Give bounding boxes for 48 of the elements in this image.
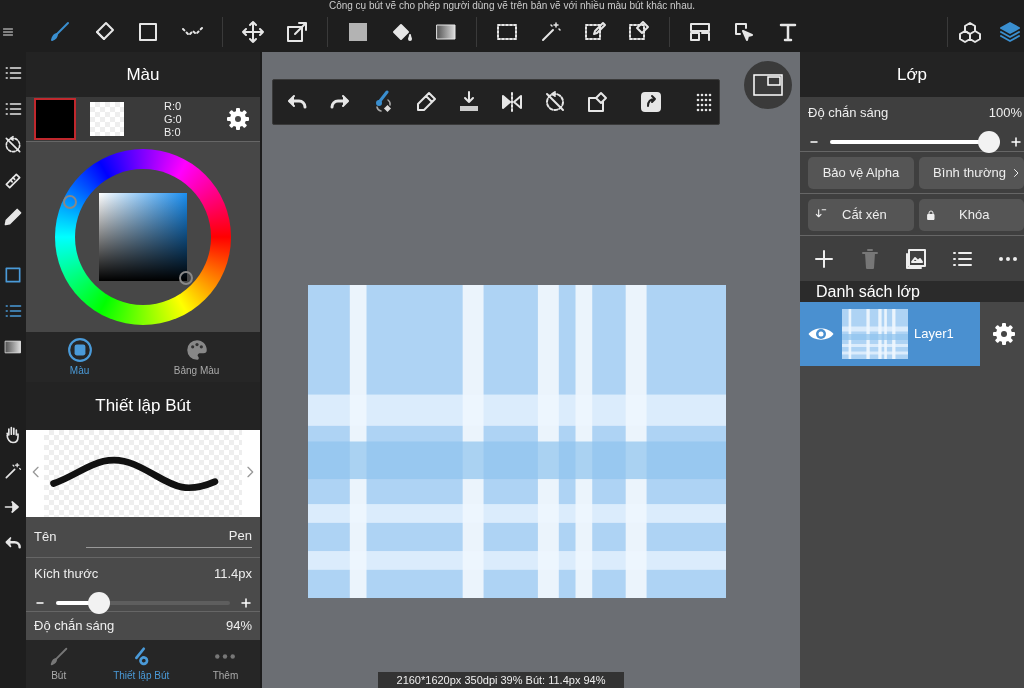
slider[interactable] <box>56 591 230 614</box>
primary-color-swatch[interactable] <box>34 98 76 140</box>
layer-item[interactable]: Layer1 <box>800 302 980 366</box>
plus-icon[interactable] <box>1010 135 1022 148</box>
hue-handle[interactable] <box>63 195 77 209</box>
color-circle-icon <box>66 336 93 363</box>
field-label: Kích thước <box>34 565 99 583</box>
settings-icon[interactable] <box>990 320 1018 348</box>
panel-tab[interactable]: Thiết lập Bút <box>113 645 170 683</box>
more-icon <box>214 652 237 660</box>
rgb-value: G:0 <box>164 112 182 126</box>
move-icon[interactable] <box>239 18 267 46</box>
rgb-value: R:0 <box>164 99 182 113</box>
view-toggle-button[interactable] <box>744 61 792 109</box>
color-handle[interactable] <box>179 271 193 285</box>
slider[interactable] <box>830 130 1000 153</box>
panel-title: Lớp <box>800 52 1024 97</box>
panel-tab[interactable]: Màu <box>66 336 93 378</box>
field-value: 11.4px <box>213 565 252 583</box>
field-label: Tên <box>34 528 57 547</box>
field-label: Độ chắn sáng <box>808 104 889 122</box>
clip-button[interactable]: Cắt xén <box>808 198 914 231</box>
panel-tab[interactable]: Thêm <box>212 645 239 683</box>
field-label: Độ chắn sáng <box>34 617 115 636</box>
window-icon <box>753 74 783 96</box>
rgb-value: B:0 <box>164 125 182 139</box>
pencil-icon[interactable] <box>2 206 24 228</box>
status-bar: 2160*1620px 350dpi 39% Bút: 11.4px 94% <box>378 672 624 688</box>
slider-thumb[interactable] <box>978 130 1000 153</box>
panel-tab[interactable]: Bảng Màu <box>173 336 220 378</box>
alpha-lock-button[interactable]: Bảo vệ Alpha <box>808 156 914 189</box>
secondary-color-swatch[interactable] <box>90 102 124 136</box>
field-value: 100% <box>988 104 1022 122</box>
saturation-square[interactable] <box>99 193 187 281</box>
panel-title: Thiết lập Bút <box>26 382 260 430</box>
plus-icon[interactable] <box>240 596 252 609</box>
lock-icon <box>925 208 937 221</box>
name-field[interactable]: Pen <box>86 525 252 549</box>
slider-thumb[interactable] <box>87 591 110 614</box>
panel-tab[interactable]: Bút <box>47 645 70 683</box>
blend-mode-button[interactable]: Bình thường <box>919 156 1024 189</box>
field-value: 94% <box>225 617 252 636</box>
lock-button[interactable]: Khóa <box>919 198 1024 231</box>
panel-title: Màu <box>26 52 260 97</box>
settings-icon[interactable] <box>224 105 252 133</box>
layer-name: Layer1 <box>914 325 954 344</box>
section-title: Danh sách lớp <box>800 281 1024 302</box>
tooltip-text: Công cụ bút vẽ cho phép người dùng vẽ trên bản vẽ với nhiều màu bút khác nhau. <box>327 0 697 12</box>
